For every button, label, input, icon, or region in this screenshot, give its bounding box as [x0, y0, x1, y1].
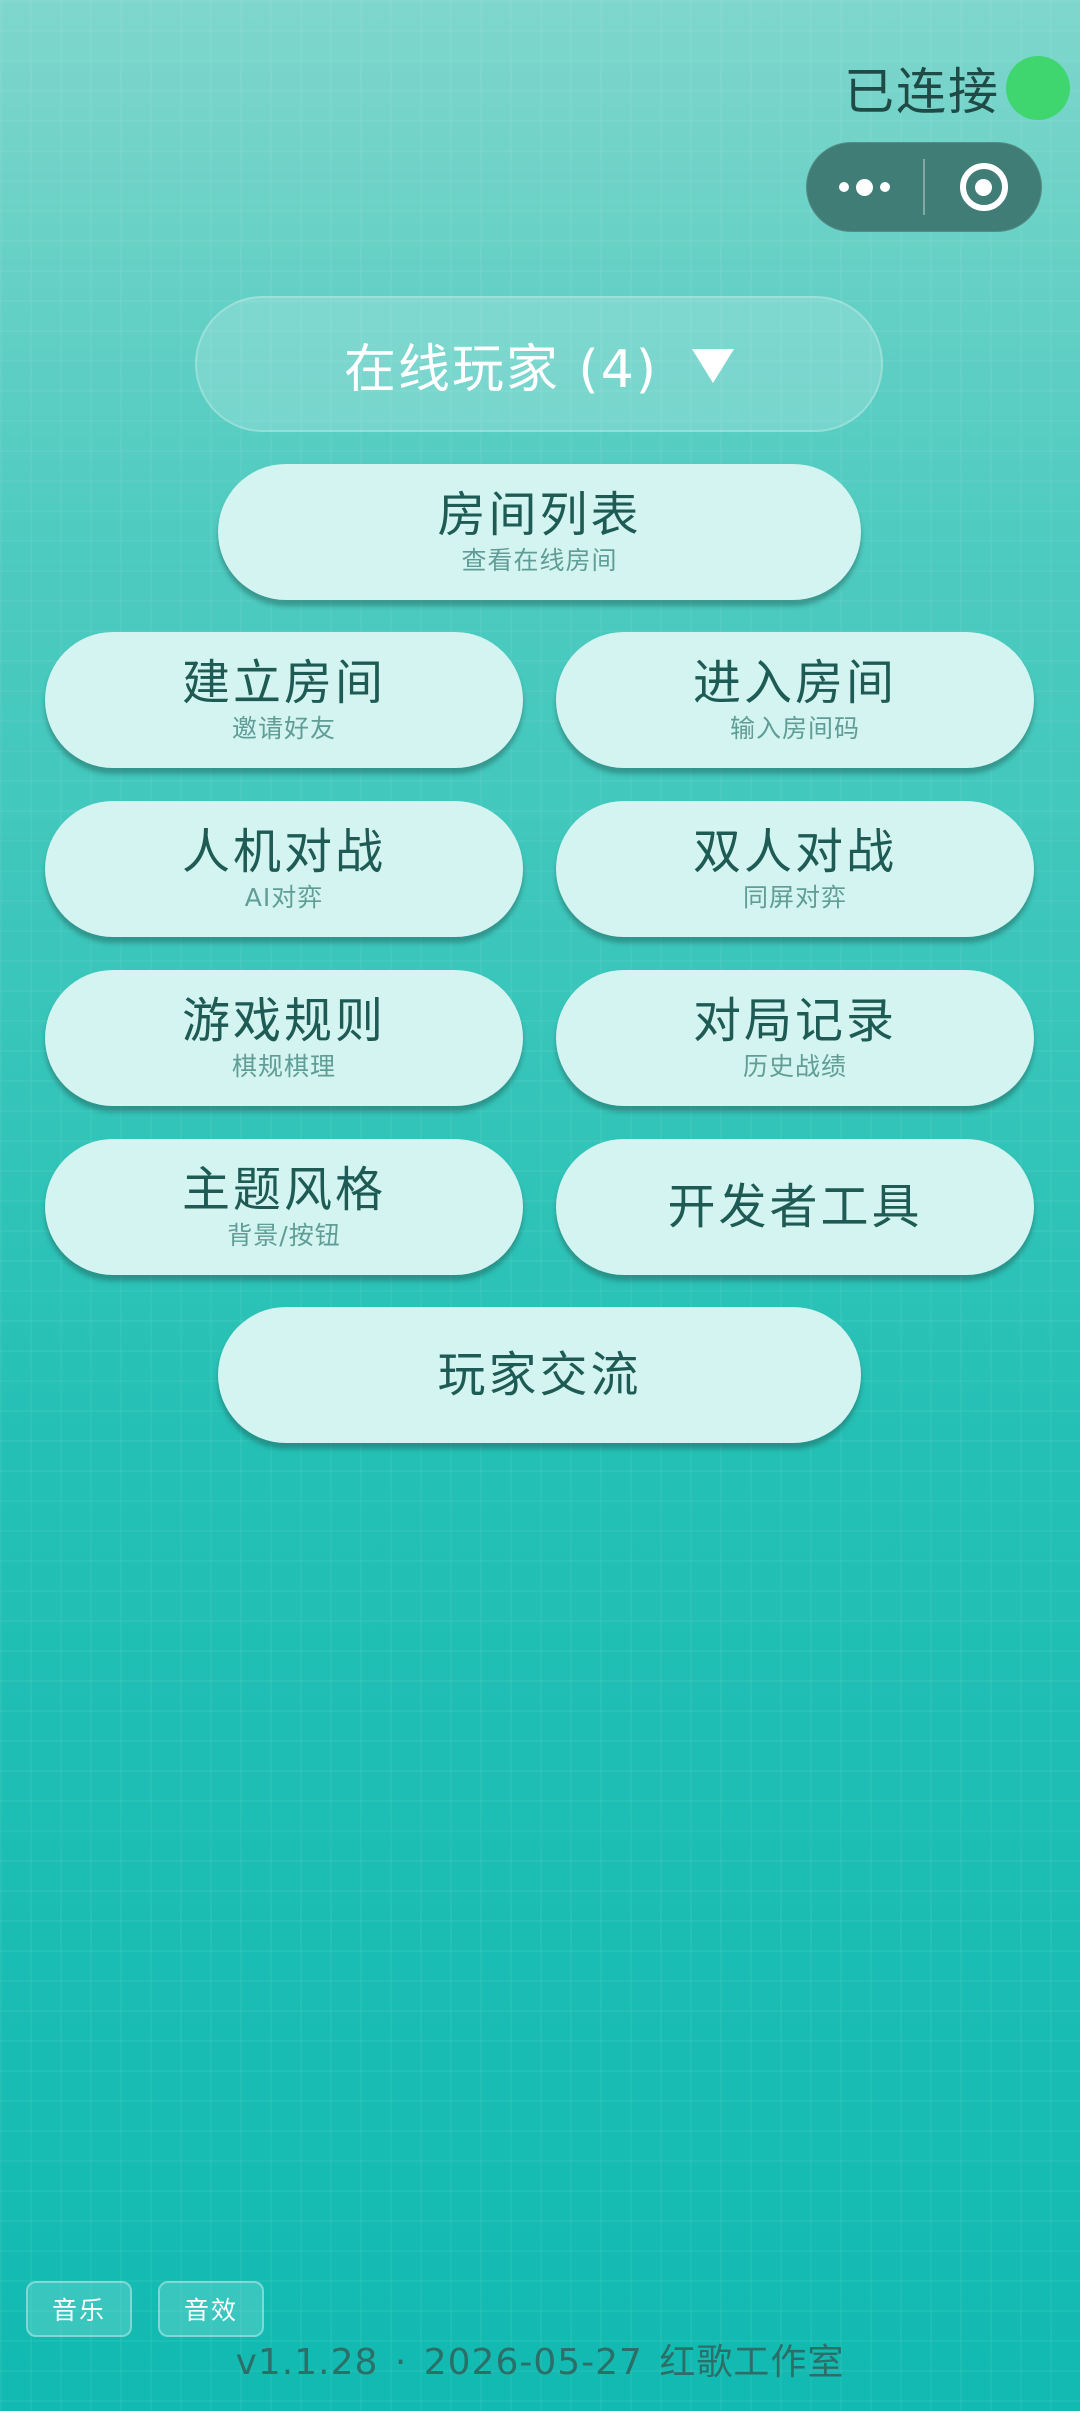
vs-ai-title: 人机对战: [181, 824, 386, 880]
room-list-subtitle: 查看在线房间: [461, 546, 618, 575]
connection-status: 已连接: [844, 52, 1070, 124]
create-room-title: 建立房间: [181, 655, 386, 711]
vs-ai-subtitle: AI对弈: [244, 883, 324, 912]
two-player-button[interactable]: 双人对战 同屏对弈: [556, 801, 1034, 937]
version-footer: v1.1.28 · 2026-05-27 红歌工作室: [235, 2342, 845, 2383]
more-button[interactable]: [806, 142, 923, 232]
create-room-subtitle: 邀请好友: [231, 714, 336, 743]
close-miniprogram-button[interactable]: [925, 142, 1042, 232]
theme-style-title: 主题风格: [181, 1162, 386, 1218]
online-players-dropdown[interactable]: 在线玩家 (4): [195, 296, 883, 432]
triangle-down-icon: [692, 349, 735, 383]
developer-tools-button[interactable]: 开发者工具: [556, 1139, 1034, 1275]
online-players-label: 在线玩家 (4): [343, 339, 659, 400]
match-history-button[interactable]: 对局记录 历史战绩: [556, 970, 1034, 1106]
two-player-title: 双人对战: [692, 824, 897, 880]
room-list-button[interactable]: 房间列表 查看在线房间: [218, 464, 861, 600]
join-room-button[interactable]: 进入房间 输入房间码: [556, 632, 1034, 768]
join-room-title: 进入房间: [692, 655, 897, 711]
music-toggle-button[interactable]: 音乐: [26, 2281, 132, 2337]
two-player-subtitle: 同屏对弈: [742, 883, 847, 912]
game-rules-title: 游戏规则: [181, 993, 386, 1049]
match-history-subtitle: 历史战绩: [742, 1052, 847, 1081]
miniprogram-capsule: [806, 142, 1042, 232]
player-community-button[interactable]: 玩家交流: [218, 1307, 861, 1443]
target-circle-icon: [959, 163, 1008, 211]
player-community-title: 玩家交流: [437, 1347, 642, 1403]
join-room-subtitle: 输入房间码: [729, 714, 860, 743]
connection-status-text: 已连接: [844, 63, 1000, 121]
connection-indicator-icon: [1006, 56, 1070, 120]
developer-tools-title: 开发者工具: [667, 1179, 923, 1235]
create-room-button[interactable]: 建立房间 邀请好友: [45, 632, 523, 768]
sound-effects-toggle-button[interactable]: 音效: [158, 2281, 264, 2337]
theme-style-subtitle: 背景/按钮: [227, 1221, 341, 1250]
match-history-title: 对局记录: [692, 993, 897, 1049]
theme-style-button[interactable]: 主题风格 背景/按钮: [45, 1139, 523, 1275]
game-rules-subtitle: 棋规棋理: [231, 1052, 336, 1081]
room-list-title: 房间列表: [437, 487, 642, 543]
vs-ai-button[interactable]: 人机对战 AI对弈: [45, 801, 523, 937]
more-dots-icon: [839, 178, 890, 196]
game-rules-button[interactable]: 游戏规则 棋规棋理: [45, 970, 523, 1106]
